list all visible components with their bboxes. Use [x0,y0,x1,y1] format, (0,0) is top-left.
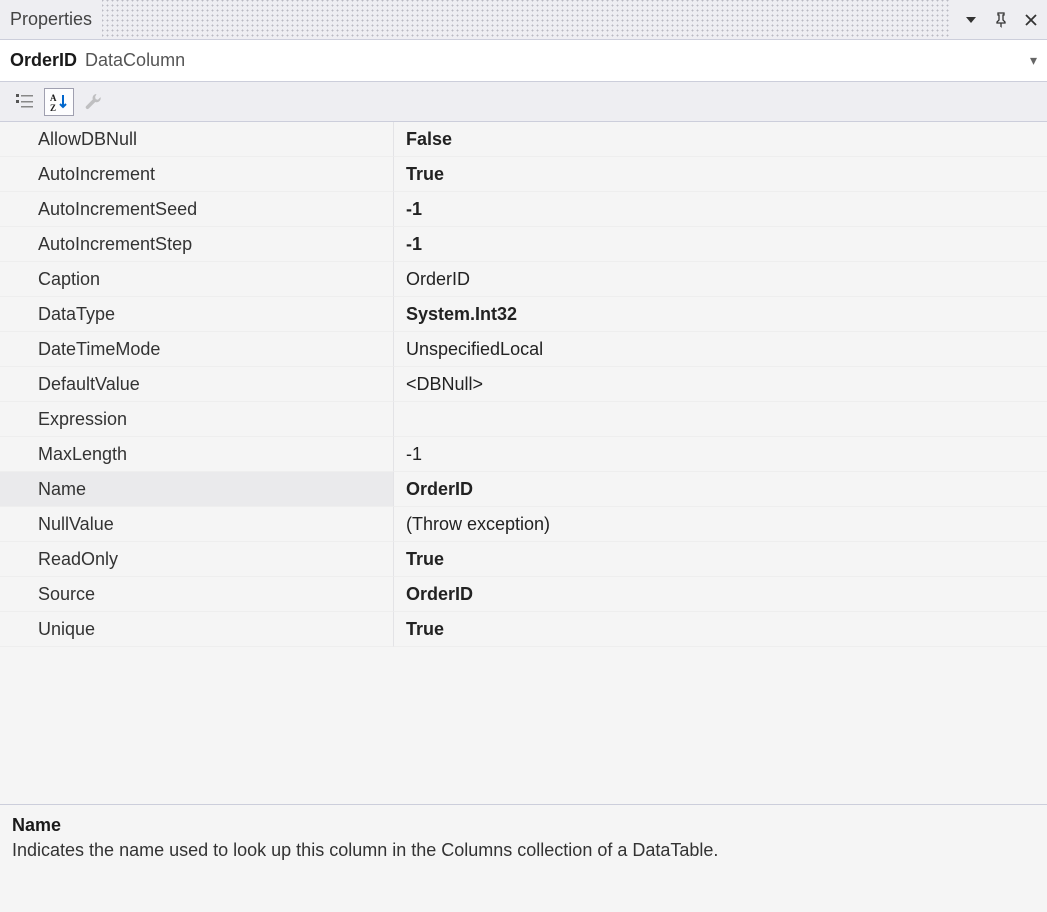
property-value[interactable]: True [394,542,1047,577]
property-row[interactable]: AutoIncrementTrue [0,157,1047,192]
alphabetical-icon: A Z [48,92,70,112]
titlebar-controls [961,10,1041,30]
property-value[interactable] [394,402,1047,437]
object-type: DataColumn [85,50,185,71]
property-value[interactable]: (Throw exception) [394,507,1047,542]
panel-title: Properties [10,9,92,30]
property-row[interactable]: NullValue(Throw exception) [0,507,1047,542]
property-name: AutoIncrementSeed [0,192,394,227]
property-row[interactable]: Expression [0,402,1047,437]
property-row[interactable]: DefaultValue<DBNull> [0,367,1047,402]
property-name: AllowDBNull [0,122,394,157]
property-value[interactable]: -1 [394,437,1047,472]
property-grid[interactable]: AllowDBNullFalseAutoIncrementTrueAutoInc… [0,122,1047,804]
property-value[interactable]: -1 [394,227,1047,262]
property-name: ReadOnly [0,542,394,577]
pin-icon [993,12,1009,28]
property-name: DataType [0,297,394,332]
property-row[interactable]: AutoIncrementSeed-1 [0,192,1047,227]
alphabetical-button[interactable]: A Z [44,88,74,116]
pin-button[interactable] [991,10,1011,30]
object-selector[interactable]: OrderID DataColumn ▾ [0,40,1047,82]
property-row[interactable]: ReadOnlyTrue [0,542,1047,577]
property-row[interactable]: AllowDBNullFalse [0,122,1047,157]
categorized-icon [15,93,35,111]
property-value[interactable]: True [394,612,1047,647]
titlebar-grip[interactable] [102,0,951,39]
property-name: Name [0,472,394,507]
property-row[interactable]: DateTimeModeUnspecifiedLocal [0,332,1047,367]
property-row[interactable]: CaptionOrderID [0,262,1047,297]
svg-text:A: A [50,93,57,103]
property-row[interactable]: NameOrderID [0,472,1047,507]
property-value[interactable]: OrderID [394,262,1047,297]
property-value[interactable]: -1 [394,192,1047,227]
property-row[interactable]: MaxLength-1 [0,437,1047,472]
property-value[interactable]: OrderID [394,472,1047,507]
property-name: AutoIncrementStep [0,227,394,262]
categorized-button[interactable] [10,88,40,116]
property-name: DefaultValue [0,367,394,402]
properties-toolbar: A Z [0,82,1047,122]
property-row[interactable]: AutoIncrementStep-1 [0,227,1047,262]
window-options-button[interactable] [961,10,981,30]
property-value[interactable]: System.Int32 [394,297,1047,332]
property-name: Caption [0,262,394,297]
property-name: Expression [0,402,394,437]
property-row[interactable]: SourceOrderID [0,577,1047,612]
property-pages-button[interactable] [78,88,108,116]
object-name: OrderID [10,50,77,71]
property-value[interactable]: True [394,157,1047,192]
property-row[interactable]: DataTypeSystem.Int32 [0,297,1047,332]
property-value[interactable]: False [394,122,1047,157]
property-value[interactable]: OrderID [394,577,1047,612]
chevron-down-icon: ▾ [1030,52,1037,69]
property-name: AutoIncrement [0,157,394,192]
property-name: Source [0,577,394,612]
description-body: Indicates the name used to look up this … [12,840,1035,861]
wrench-icon [83,92,103,112]
property-name: DateTimeMode [0,332,394,367]
svg-text:Z: Z [50,103,56,112]
chevron-down-filled-icon [965,14,977,26]
property-value[interactable]: UnspecifiedLocal [394,332,1047,367]
close-icon [1024,13,1038,27]
property-name: NullValue [0,507,394,542]
property-value[interactable]: <DBNull> [394,367,1047,402]
description-title: Name [12,815,1035,836]
description-pane: Name Indicates the name used to look up … [0,804,1047,912]
panel-titlebar: Properties [0,0,1047,40]
close-button[interactable] [1021,10,1041,30]
property-name: Unique [0,612,394,647]
property-row[interactable]: UniqueTrue [0,612,1047,647]
property-name: MaxLength [0,437,394,472]
